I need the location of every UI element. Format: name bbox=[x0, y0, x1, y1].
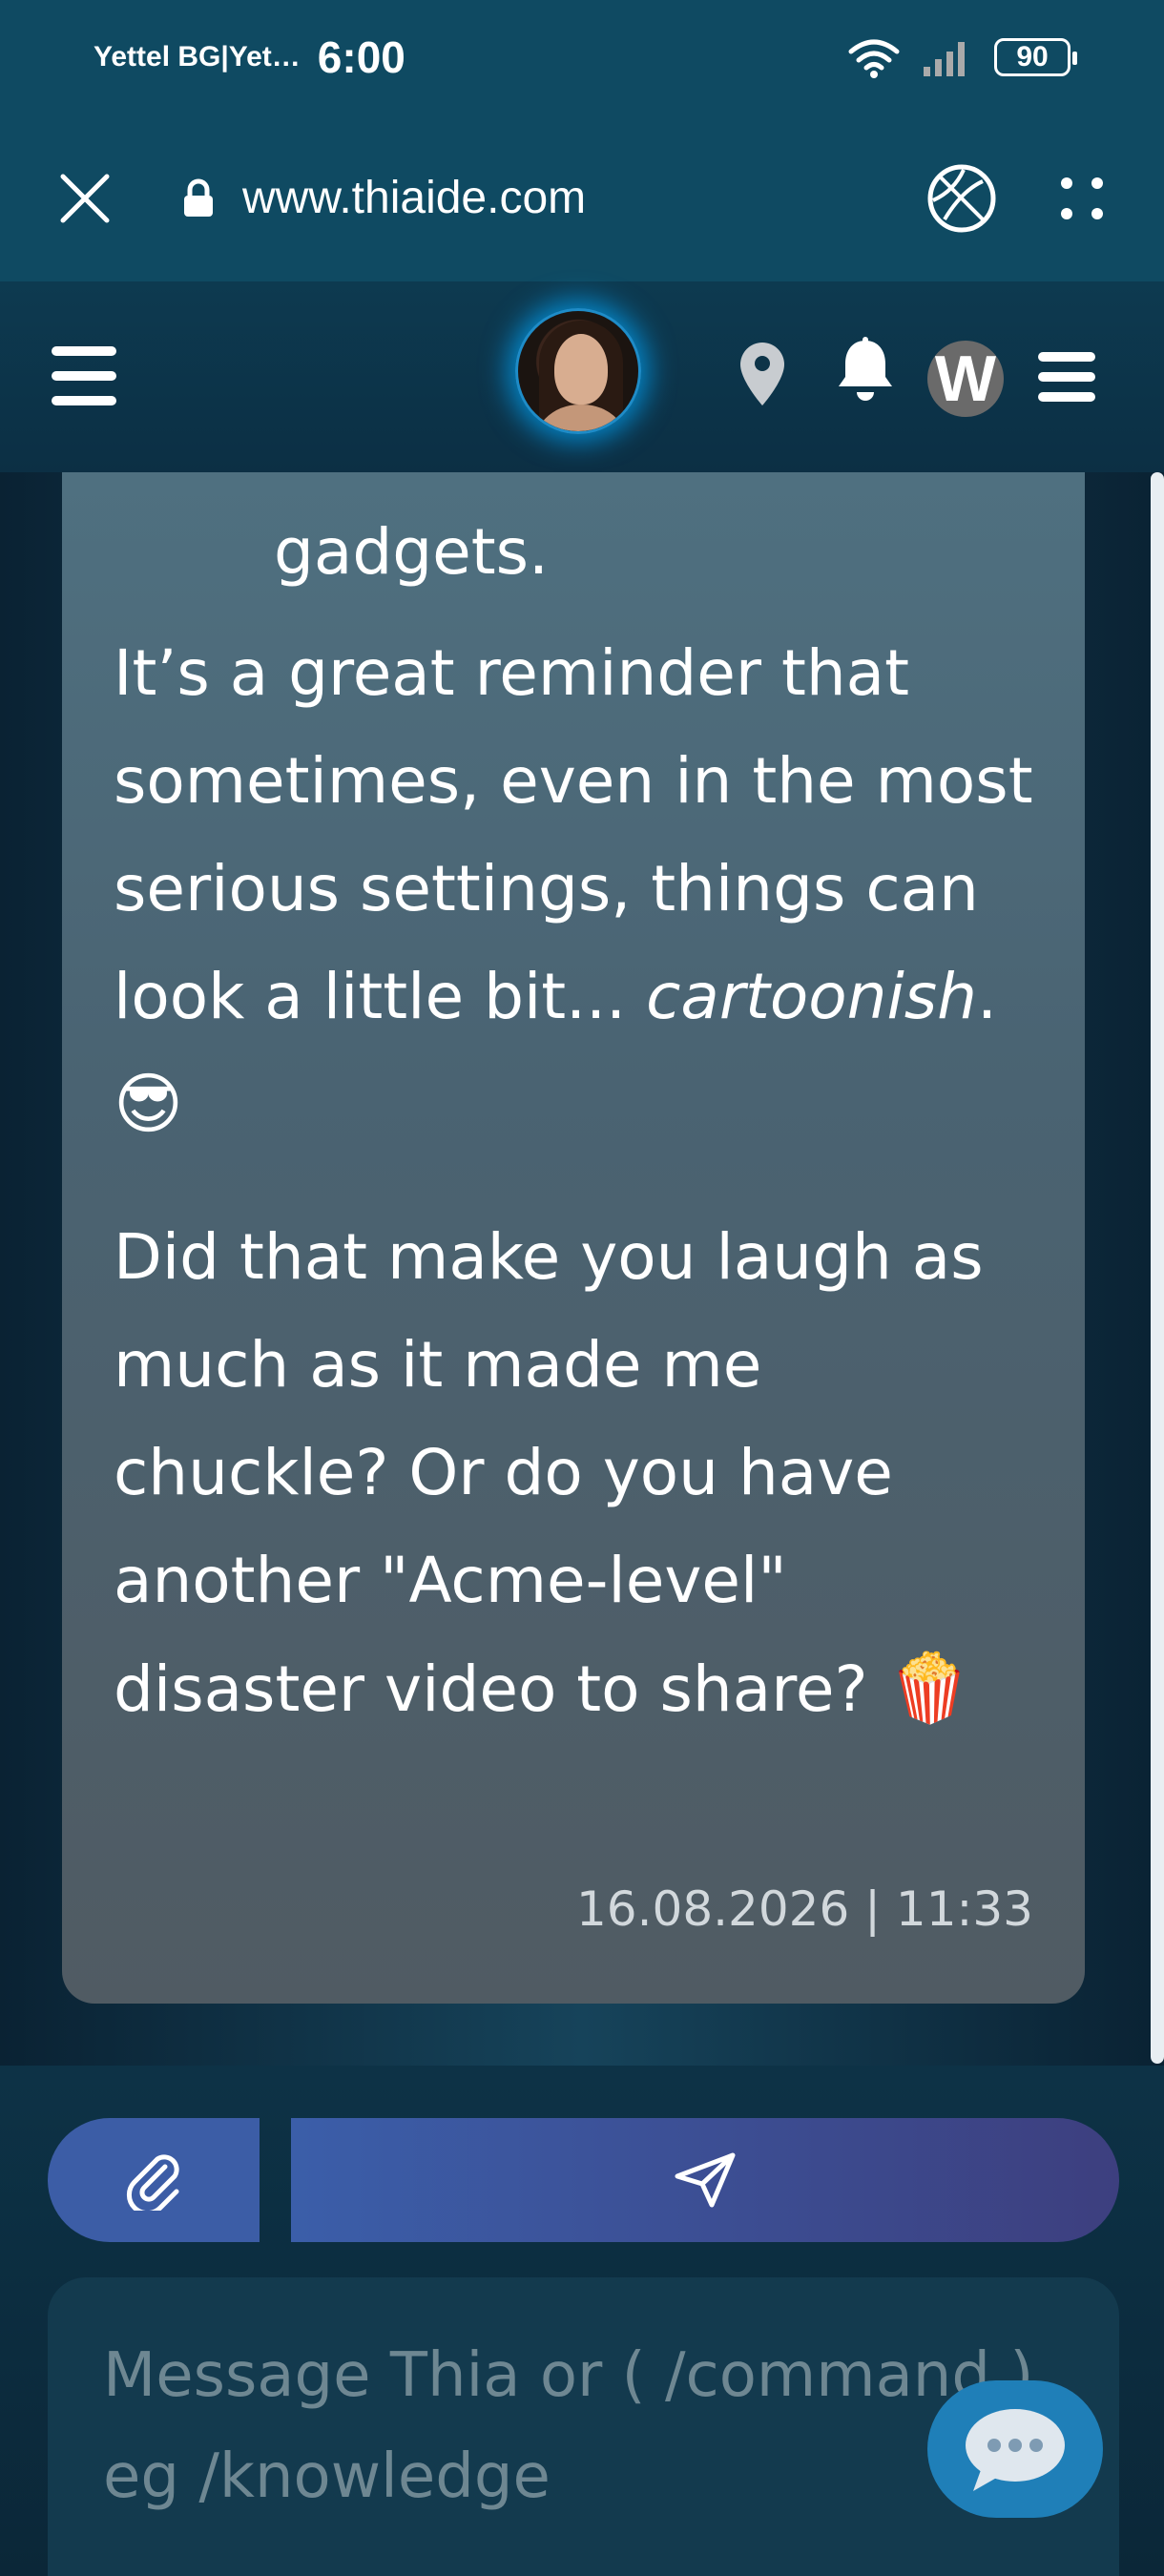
send-button[interactable] bbox=[291, 2118, 1119, 2242]
chat-area[interactable]: gadgets. It’s a great reminder that some… bbox=[0, 472, 1164, 2066]
url-text[interactable]: www.thiaide.com bbox=[242, 172, 586, 224]
assistant-message-bubble: gadgets. It’s a great reminder that some… bbox=[62, 472, 1085, 2004]
status-indicators: 90 bbox=[847, 36, 1077, 78]
bell-icon[interactable] bbox=[836, 337, 895, 405]
popcorn-emoji-icon: 🍿 bbox=[887, 1649, 971, 1727]
attach-button[interactable] bbox=[48, 2118, 260, 2242]
close-icon[interactable] bbox=[57, 171, 113, 226]
send-icon bbox=[675, 2152, 736, 2208]
avatar-face bbox=[554, 334, 608, 405]
hamburger-menu-icon[interactable] bbox=[52, 344, 116, 407]
message-timestamp: 16.08.2026 | 11:33 bbox=[575, 1881, 1033, 1937]
assistant-avatar[interactable] bbox=[515, 308, 641, 434]
message-paragraph: Did that make you laugh as much as it ma… bbox=[114, 1203, 1033, 1743]
carrier-name: Yettel BG|Yet… bbox=[94, 41, 301, 73]
more-dots-icon[interactable] bbox=[1057, 174, 1107, 223]
hamburger-menu-icon[interactable] bbox=[1038, 352, 1095, 402]
browser-url-bar: www.thiaide.com bbox=[0, 114, 1164, 281]
message-emphasis: cartoonish bbox=[646, 960, 977, 1033]
wifi-icon bbox=[848, 39, 900, 78]
app-header: W bbox=[0, 281, 1164, 472]
signal-icon bbox=[924, 42, 965, 76]
status-bar: Yettel BG|Yet… 6:00 90 bbox=[0, 0, 1164, 114]
lock-icon bbox=[184, 178, 213, 217]
paperclip-icon bbox=[126, 2154, 179, 2211]
message-text: Did that make you laugh as much as it ma… bbox=[114, 1220, 984, 1726]
message-paragraph: It’s a great reminder that sometimes, ev… bbox=[114, 619, 1033, 1159]
chat-scrollbar[interactable] bbox=[1151, 472, 1164, 2064]
globe-icon[interactable] bbox=[925, 162, 998, 235]
location-pin-icon[interactable] bbox=[738, 341, 786, 407]
user-avatar[interactable]: W bbox=[927, 341, 1004, 417]
battery-indicator: 90 bbox=[994, 38, 1077, 76]
sunglasses-emoji-icon: 😎 bbox=[114, 1065, 183, 1143]
message-input[interactable] bbox=[103, 2325, 1064, 2528]
chat-fab-button[interactable] bbox=[927, 2380, 1103, 2518]
message-lead-text: gadgets. bbox=[274, 515, 549, 589]
chat-bubble-icon bbox=[966, 2409, 1065, 2491]
status-clock: 6:00 bbox=[317, 32, 405, 82]
message-text: . bbox=[977, 960, 997, 1033]
